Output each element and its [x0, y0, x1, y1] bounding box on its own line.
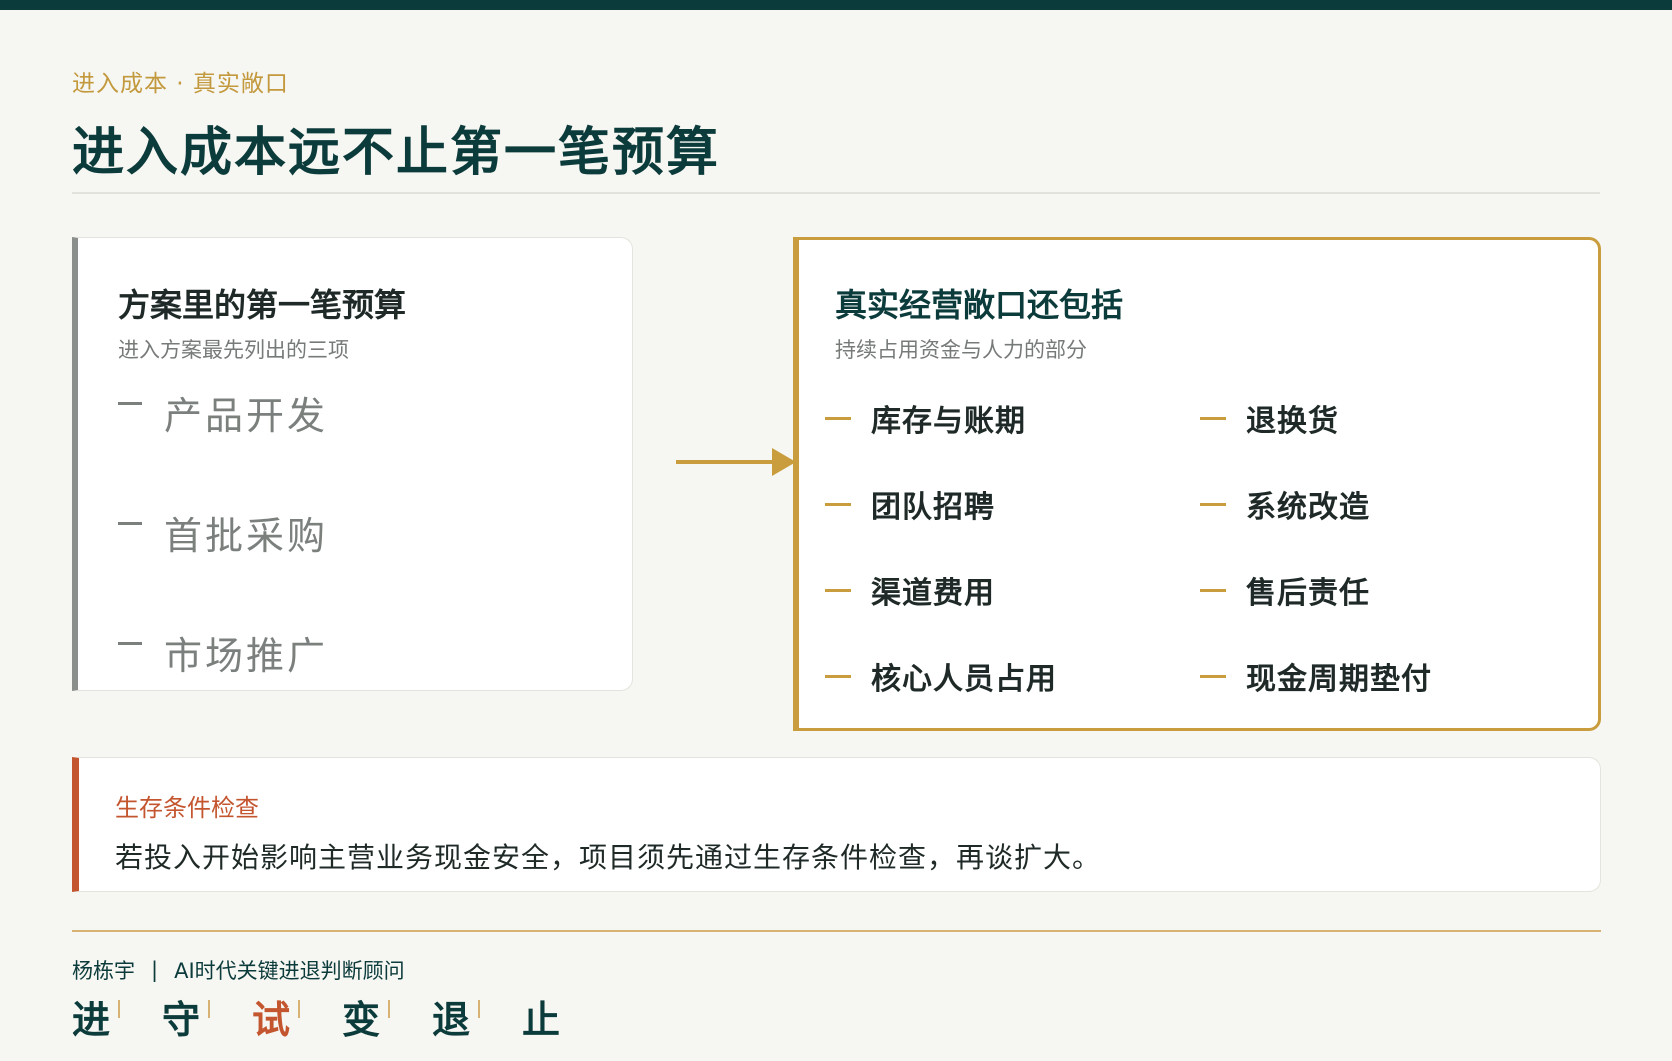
real-exposure-card-title: 真实经营敞口还包括	[835, 286, 1124, 324]
motto-divider	[388, 1000, 390, 1018]
budget-item-label: 市场推广	[164, 633, 329, 678]
real-exposure-card-subtitle: 持续占用资金与人力的部分	[835, 338, 1087, 362]
arrow-right-icon	[676, 448, 796, 476]
dash-icon	[1200, 588, 1226, 592]
author-name: 杨栋宇	[72, 959, 135, 983]
motto-char: 守	[162, 996, 201, 1042]
dash-icon	[825, 502, 851, 506]
budget-item-label: 首批采购	[164, 513, 329, 558]
footer-divider	[72, 930, 1601, 932]
dash-icon	[825, 674, 851, 678]
budget-item: 首批采购	[118, 502, 328, 562]
motto-divider	[118, 1000, 120, 1018]
dash-icon	[1200, 416, 1226, 420]
exposure-item-label: 核心人员占用	[871, 662, 1057, 697]
dash-icon	[1200, 502, 1226, 506]
callout-text: 若投入开始影响主营业务现金安全，项目须先通过生存条件检查，再谈扩大。	[115, 841, 1102, 874]
dash-icon	[825, 588, 851, 592]
motto-char: 变	[342, 996, 381, 1042]
survival-check-callout: 生存条件检查 若投入开始影响主营业务现金安全，项目须先通过生存条件检查，再谈扩大…	[72, 757, 1601, 892]
motto-divider	[478, 1000, 480, 1018]
dash-icon	[1200, 674, 1226, 678]
budget-item: 市场推广	[118, 622, 328, 682]
eyebrow-label: 进入成本 · 真实敞口	[72, 71, 289, 97]
exposure-item: 核心人员占用	[825, 651, 1057, 701]
motto-divider	[208, 1000, 210, 1018]
motto-char: 止	[522, 996, 561, 1042]
exposure-item: 现金周期垫付	[1200, 651, 1432, 701]
dash-icon	[118, 641, 142, 645]
real-exposure-card: 真实经营敞口还包括 持续占用资金与人力的部分 库存与账期 退换货 团队招聘 系统…	[793, 237, 1601, 731]
exposure-item-label: 退换货	[1246, 404, 1339, 439]
exposure-item-label: 渠道费用	[871, 576, 995, 611]
exposure-item-label: 售后责任	[1246, 576, 1370, 611]
exposure-item: 库存与账期	[825, 393, 1026, 443]
dash-icon	[118, 521, 142, 525]
motto-char-active: 试	[252, 996, 291, 1042]
exposure-item: 团队招聘	[825, 479, 995, 529]
exposure-item-label: 系统改造	[1246, 490, 1370, 525]
exposure-item-label: 现金周期垫付	[1246, 662, 1432, 697]
motto-char: 退	[432, 996, 471, 1042]
exposure-item: 系统改造	[1200, 479, 1370, 529]
author-separator: |	[151, 958, 159, 982]
exposure-item: 退换货	[1200, 393, 1339, 443]
callout-title: 生存条件检查	[115, 794, 259, 822]
author-line: 杨栋宇 | AI时代关键进退判断顾问	[72, 955, 405, 985]
title-divider	[72, 192, 1600, 194]
exposure-item: 渠道费用	[825, 565, 995, 615]
dash-icon	[118, 401, 142, 405]
top-accent-bar	[0, 0, 1672, 10]
exposure-item: 售后责任	[1200, 565, 1370, 615]
budget-item: 产品开发	[118, 382, 328, 442]
author-role: AI时代关键进退判断顾问	[174, 959, 405, 983]
first-budget-card-title: 方案里的第一笔预算	[118, 286, 407, 324]
page-title: 进入成本远不止第一笔预算	[72, 122, 721, 183]
exposure-item-label: 团队招聘	[871, 490, 995, 525]
motto-row: 进 守 试 变 退 止	[72, 990, 568, 1042]
dash-icon	[825, 416, 851, 420]
exposure-item-label: 库存与账期	[871, 404, 1026, 439]
budget-item-label: 产品开发	[164, 393, 329, 438]
first-budget-card-subtitle: 进入方案最先列出的三项	[118, 338, 349, 362]
first-budget-card: 方案里的第一笔预算 进入方案最先列出的三项 产品开发 首批采购 市场推广	[72, 237, 633, 691]
motto-divider	[298, 1000, 300, 1018]
motto-char: 进	[72, 996, 111, 1042]
